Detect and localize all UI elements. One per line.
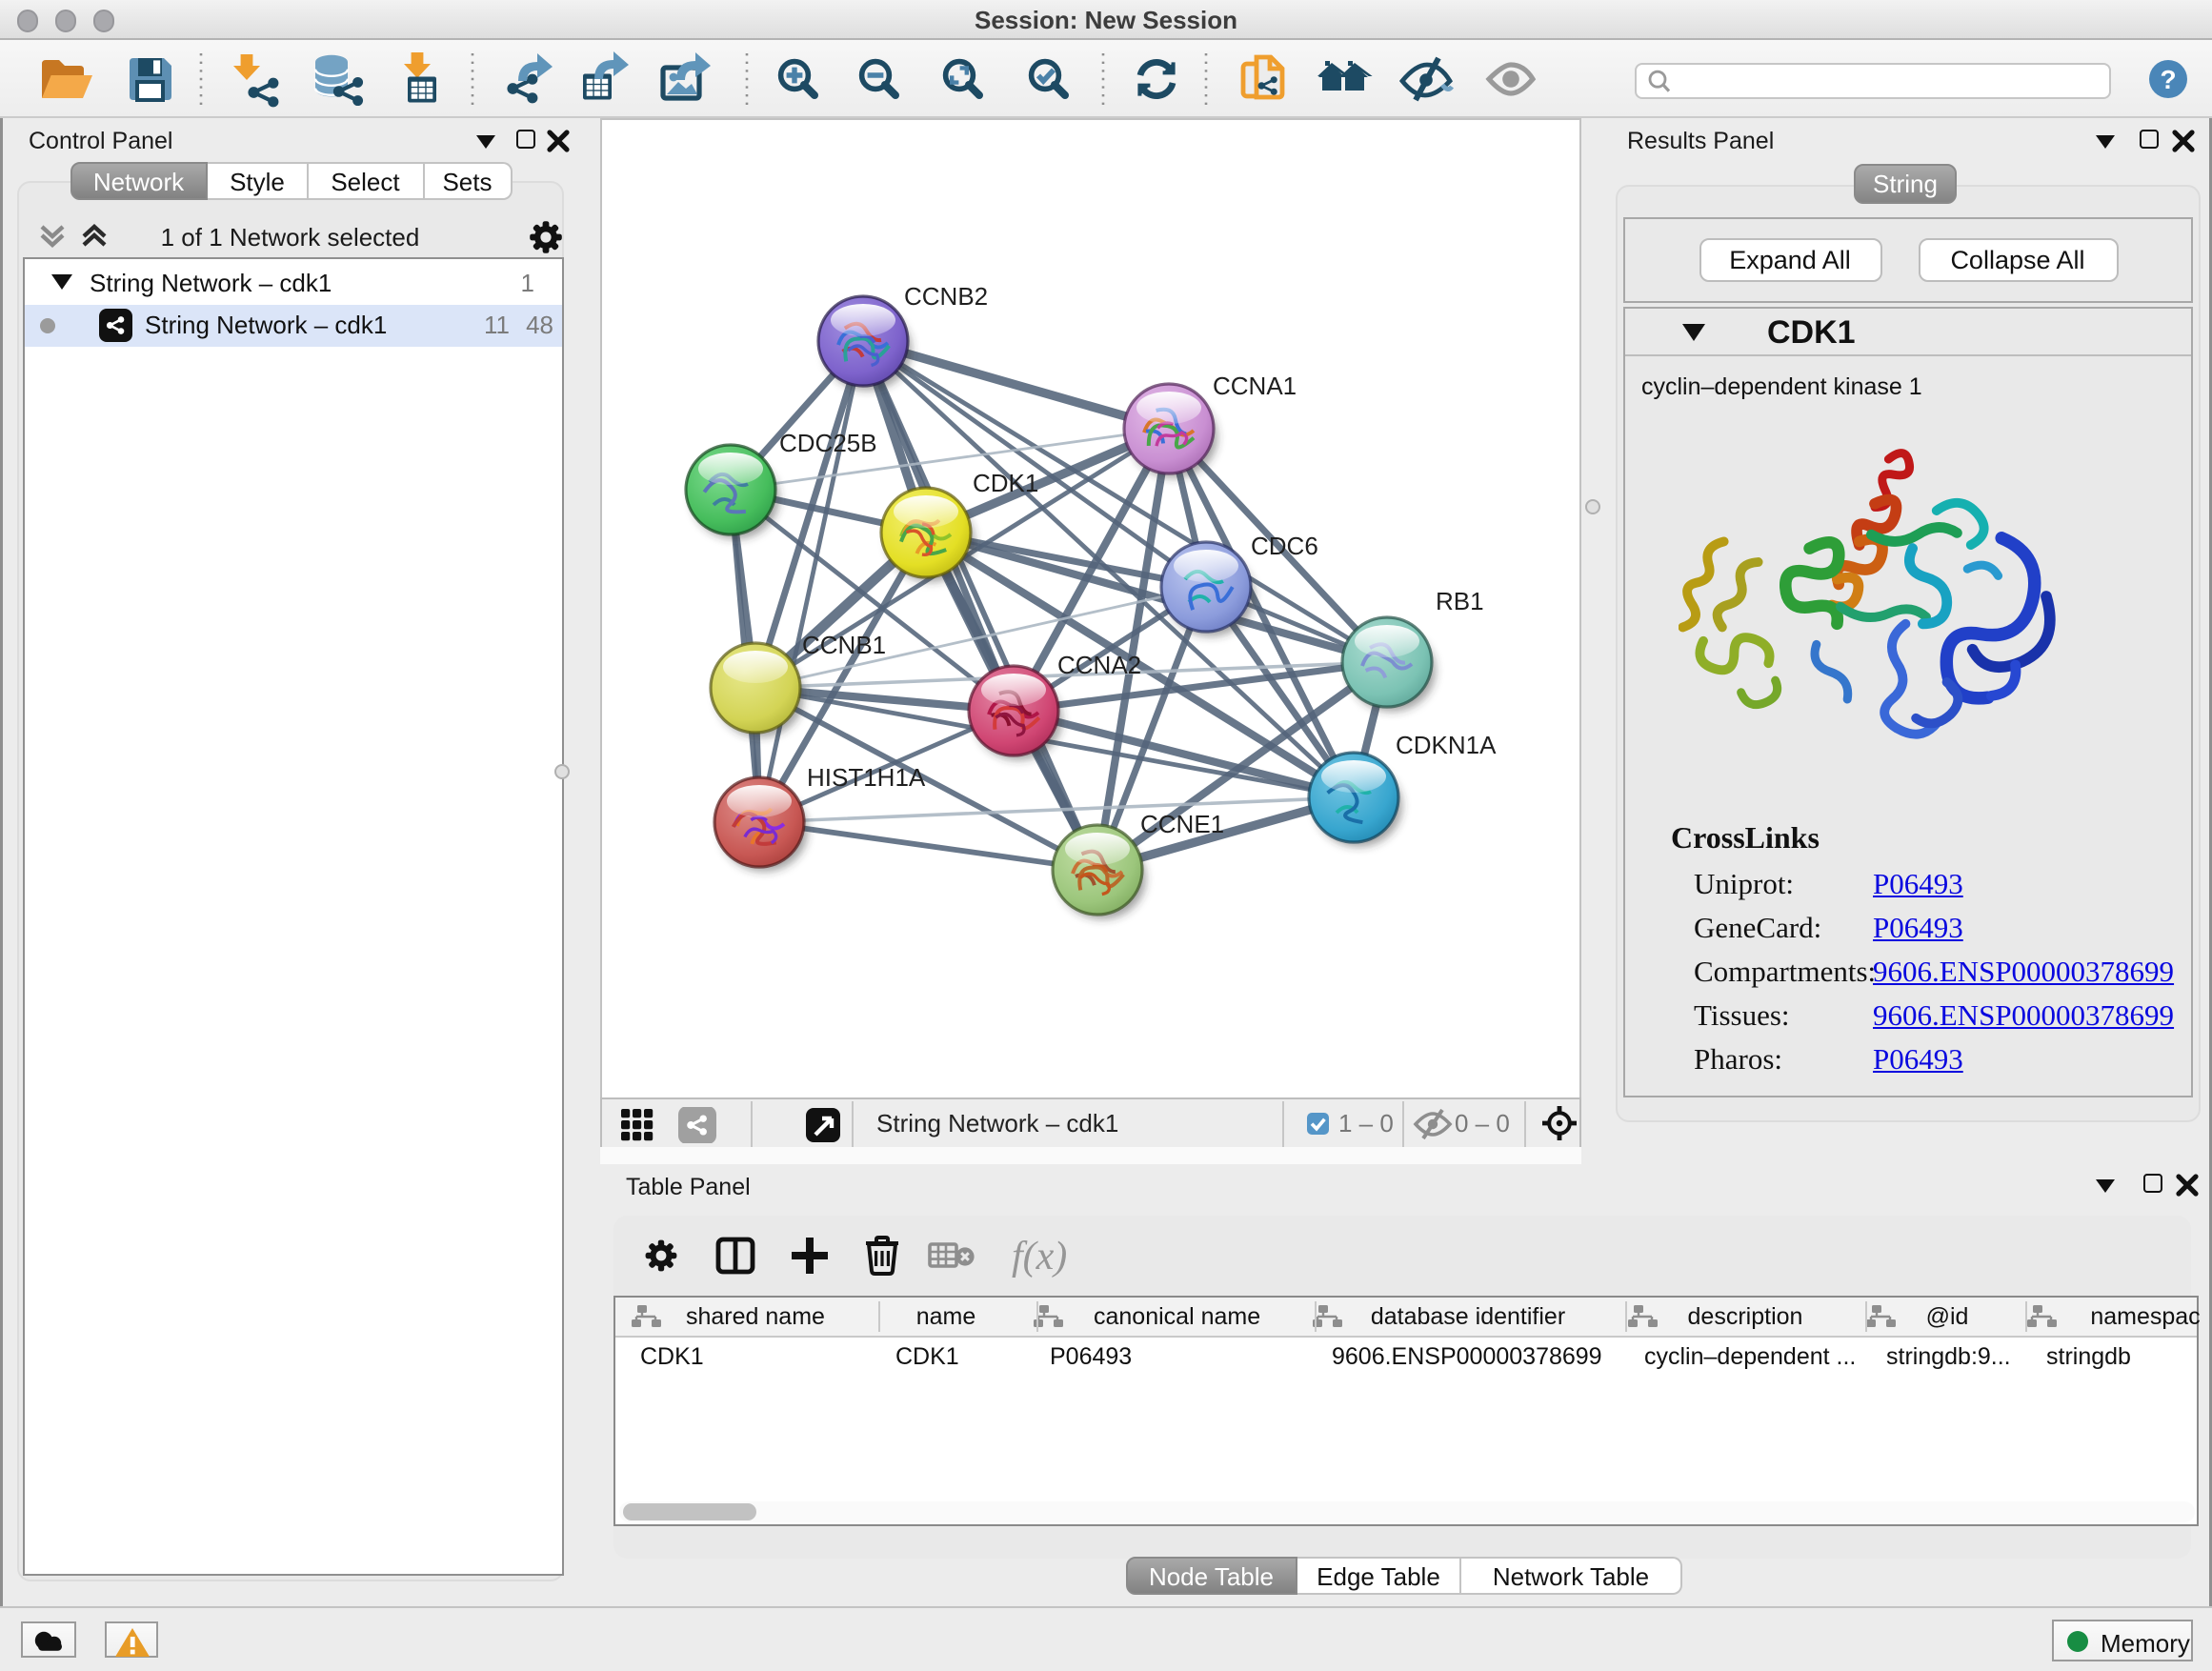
svg-text:CDC25B: CDC25B	[778, 429, 876, 457]
svg-text:CDKN1A: CDKN1A	[1395, 731, 1496, 759]
svg-text:CDK1: CDK1	[972, 469, 1037, 497]
svg-text:f(x): f(x)	[1011, 1235, 1066, 1278]
svg-text:HIST1H1A: HIST1H1A	[806, 763, 925, 792]
svg-text:?: ?	[2160, 65, 2176, 94]
svg-text:CCNB1: CCNB1	[801, 631, 885, 659]
svg-text:CCNB2: CCNB2	[903, 282, 987, 311]
svg-text:RB1: RB1	[1435, 587, 1483, 615]
svg-text:CCNE1: CCNE1	[1139, 810, 1223, 838]
svg-text:CDC6: CDC6	[1250, 532, 1317, 560]
svg-text:CCNA1: CCNA1	[1212, 372, 1296, 400]
svg-text:CCNA2: CCNA2	[1056, 651, 1140, 679]
